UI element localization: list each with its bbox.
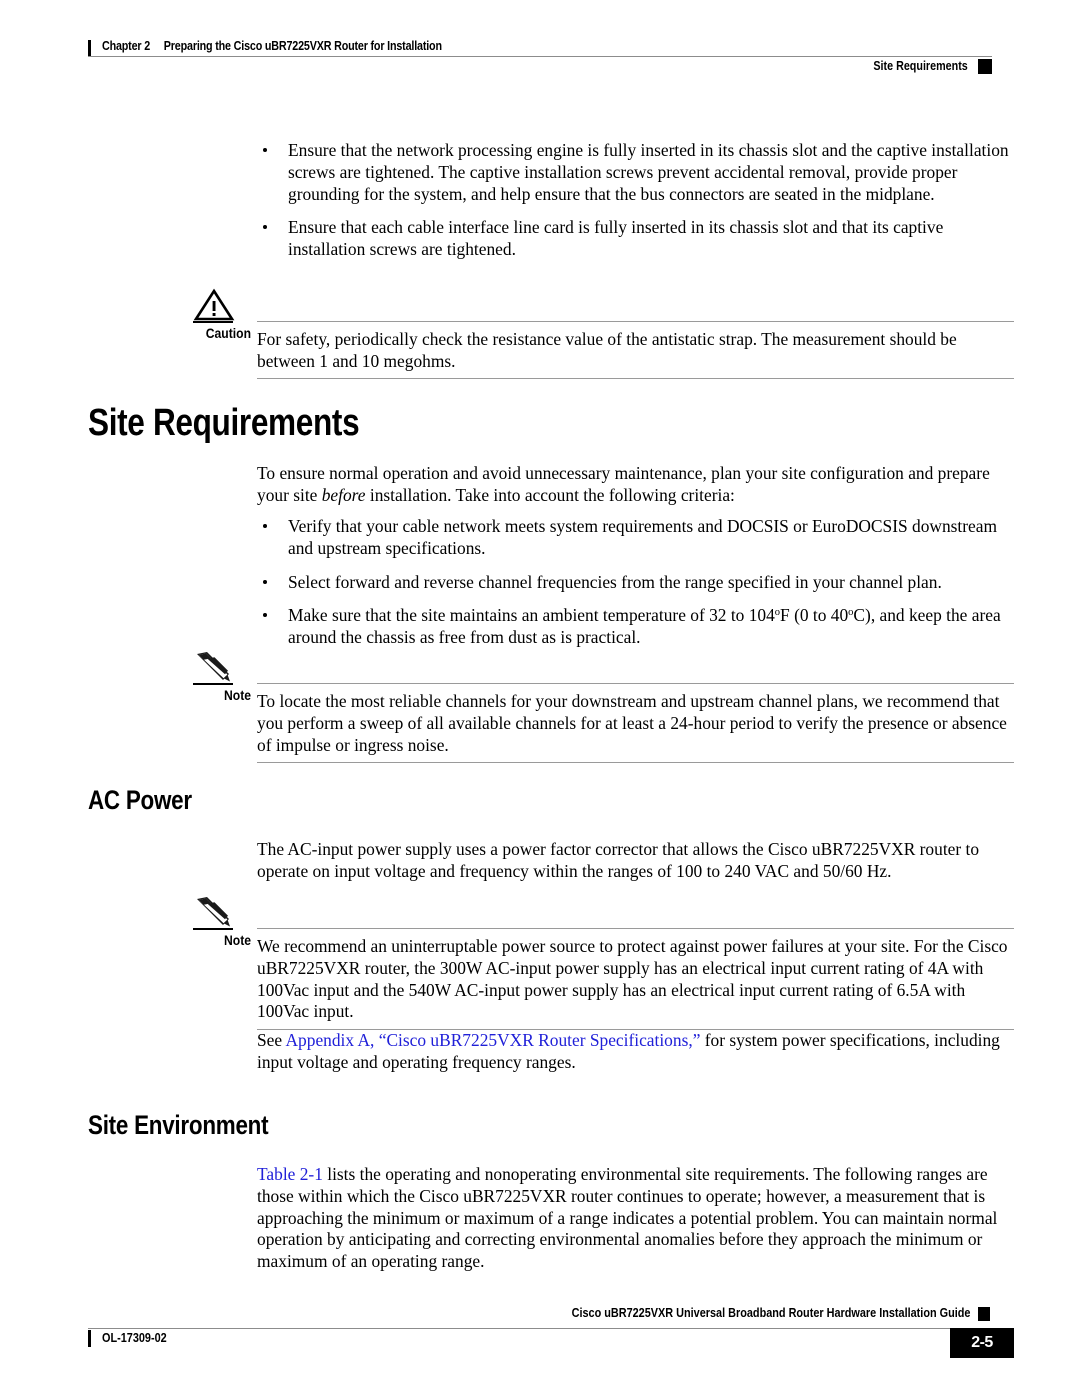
header-running-head: Site Requirements: [873, 59, 968, 73]
list-item: Select forward and reverse channel frequ…: [257, 572, 1014, 594]
site-requirements-intro: To ensure normal operation and avoid unn…: [257, 463, 1014, 507]
intro-italic-before: before: [321, 484, 366, 505]
warning-triangle-icon: [191, 288, 237, 322]
list-item-text: Ensure that the network processing engin…: [288, 140, 1009, 204]
note-rule-top: [257, 928, 1014, 929]
see-appendix-paragraph: See Appendix A, “Cisco uBR7225VXR Router…: [257, 1030, 1014, 1074]
intro-bullet-list-container: Ensure that the network processing engin…: [257, 140, 1014, 261]
intro-bullet-list: Ensure that the network processing engin…: [257, 140, 1014, 261]
list-item: Ensure that each cable interface line ca…: [257, 217, 1014, 261]
footer-page-number: 2-5: [950, 1328, 1014, 1358]
header-left-marker: [88, 40, 91, 57]
note-icon-underline: [193, 928, 233, 930]
bullet-dot-icon: [263, 148, 267, 152]
page-footer: Cisco uBR7225VXR Universal Broadband Rou…: [88, 1306, 1014, 1366]
list-item-text-pre: Make sure that the site maintains an amb…: [288, 605, 775, 626]
caution-rule-bottom: [257, 378, 1014, 379]
page-header: Chapter 2 Preparing the Cisco uBR7225VXR …: [88, 34, 992, 74]
section-heading-site-environment: Site Environment: [88, 1110, 269, 1140]
caution-icon-underline: [193, 321, 233, 323]
header-divider: [88, 56, 992, 57]
see-appendix-paragraph-container: See Appendix A, “Cisco uBR7225VXR Router…: [257, 1030, 1014, 1074]
header-chapter-number: Chapter 2: [102, 39, 151, 53]
bullet-dot-icon: [263, 579, 267, 584]
footer-guide-title: Cisco uBR7225VXR Universal Broadband Rou…: [571, 1306, 970, 1320]
list-item-text: Ensure that each cable interface line ca…: [288, 217, 944, 260]
caution-label: Caution: [205, 326, 251, 341]
list-item-text: Verify that your cable network meets sys…: [288, 516, 998, 558]
note-text: To locate the most reliable channels for…: [257, 691, 1007, 755]
bullet-dot-icon: [263, 613, 267, 618]
header-square-marker: [978, 59, 992, 74]
site-requirements-bullets-container: Verify that your cable network meets sys…: [257, 516, 1014, 649]
header-chapter-line: Chapter 2 Preparing the Cisco uBR7225VXR …: [102, 39, 442, 53]
bullet-dot-icon: [263, 225, 267, 230]
caution-text: For safety, periodically check the resis…: [257, 329, 957, 371]
ac-power-paragraph: The AC-input power supply uses a power f…: [257, 839, 980, 881]
footer-square-marker: [978, 1307, 990, 1321]
site-requirements-intro-container: To ensure normal operation and avoid unn…: [257, 463, 1014, 507]
document-page: Chapter 2 Preparing the Cisco uBR7225VXR …: [0, 0, 1080, 1397]
footer-document-id: OL-17309-02: [102, 1331, 167, 1345]
note-label: Note: [224, 688, 251, 703]
ac-power-paragraph-container: The AC-input power supply uses a power f…: [257, 839, 1014, 883]
note-rule-top: [257, 683, 1014, 684]
note-label: Note: [224, 933, 251, 948]
site-environment-paragraph: Table 2-1 lists the operating and nonope…: [257, 1164, 1014, 1273]
link-table-2-1[interactable]: Table 2-1: [257, 1164, 323, 1184]
footer-divider: [88, 1328, 970, 1329]
note-rule-bottom: [257, 762, 1014, 763]
header-chapter-title: Preparing the Cisco uBR7225VXR Router fo…: [163, 39, 442, 53]
site-environment-paragraph-container: Table 2-1 lists the operating and nonope…: [257, 1164, 1014, 1273]
bullet-dot-icon: [263, 524, 267, 528]
list-item-text: Select forward and reverse channel frequ…: [288, 571, 942, 592]
list-item: Make sure that the site maintains an amb…: [257, 605, 1014, 649]
pencil-icon: [191, 650, 237, 684]
intro-part-2: installation. Take into account the foll…: [365, 484, 735, 505]
caution-rule-top: [257, 321, 1014, 322]
site-requirements-bullet-list: Verify that your cable network meets sys…: [257, 516, 1014, 649]
page-title-site-requirements: Site Requirements: [88, 402, 360, 444]
list-item-text-mid: F (0 to 40: [780, 605, 849, 626]
note-text: We recommend an uninterruptable power so…: [257, 936, 1008, 1022]
list-item: Verify that your cable network meets sys…: [257, 516, 1014, 560]
pencil-icon: [191, 895, 237, 929]
note-icon-underline: [193, 683, 233, 685]
link-appendix-a-specifications[interactable]: Appendix A, “Cisco uBR7225VXR Router Spe…: [286, 1030, 701, 1050]
section-heading-ac-power: AC Power: [88, 785, 192, 815]
see-prefix: See: [257, 1030, 286, 1050]
list-item: Ensure that the network processing engin…: [257, 140, 1014, 205]
footer-left-marker: [88, 1330, 91, 1347]
site-environment-text: lists the operating and nonoperating env…: [257, 1164, 998, 1272]
